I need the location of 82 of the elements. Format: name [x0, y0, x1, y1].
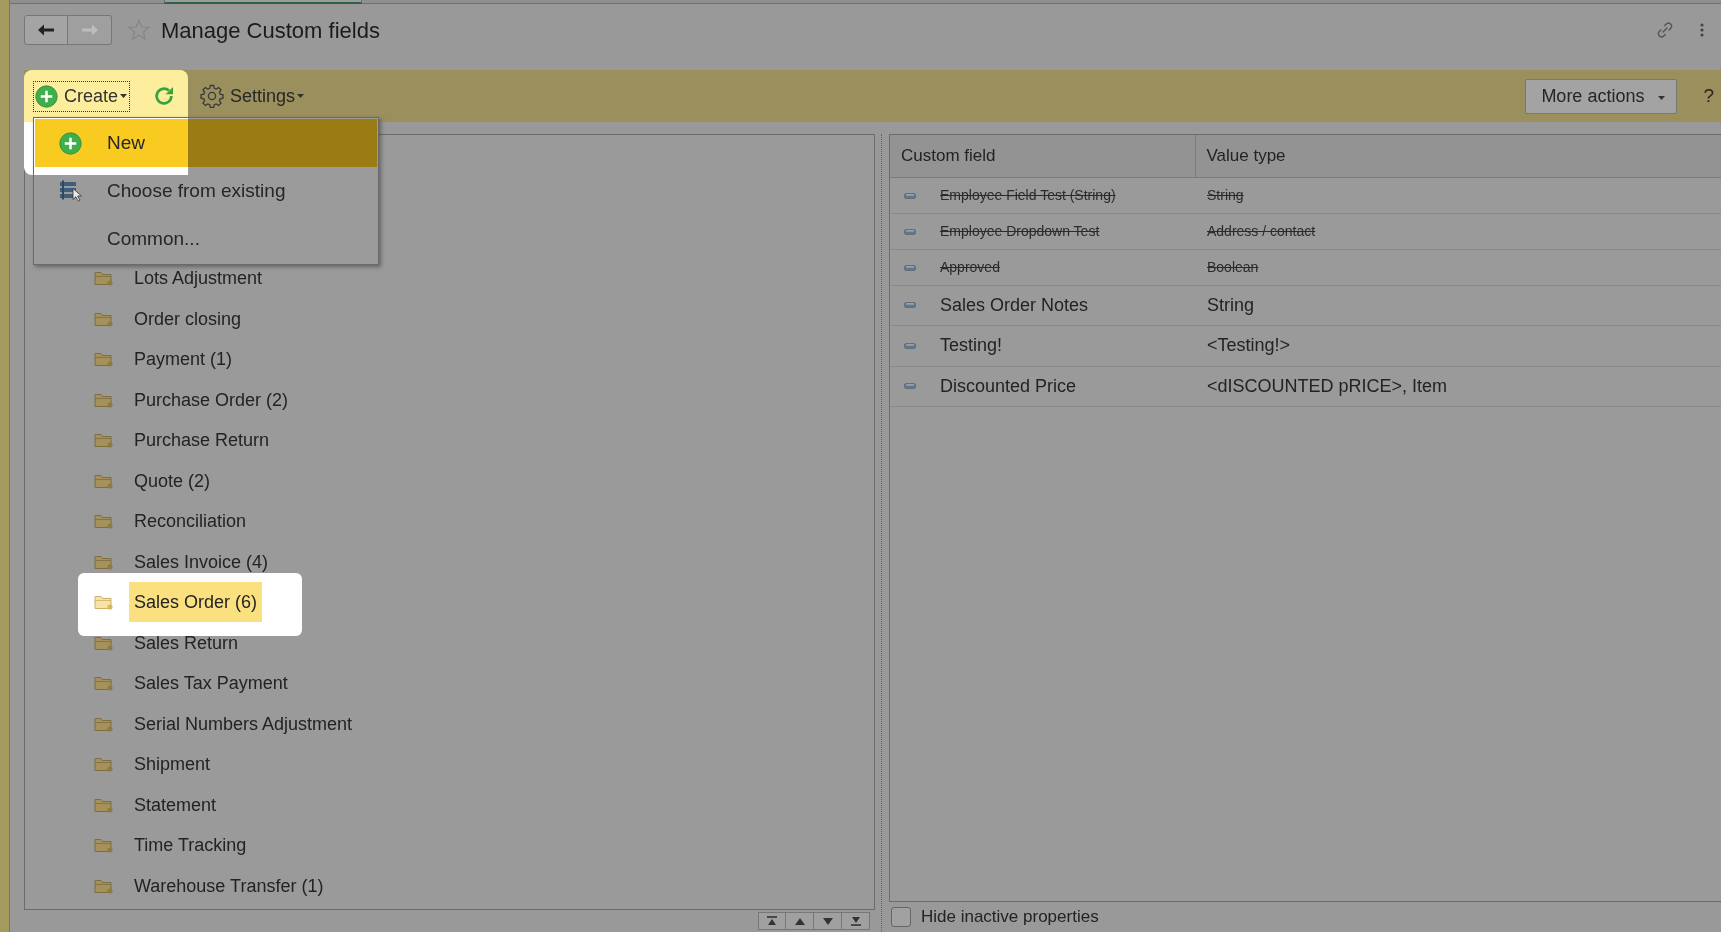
value-type-text: Address / contact	[1207, 223, 1316, 239]
custom-field-name: Employee Field Test (String)	[940, 187, 1116, 204]
folder-icon	[94, 472, 113, 489]
custom-field-name: Discounted Price	[940, 375, 1077, 396]
column-header[interactable]: Custom field	[890, 135, 1195, 177]
folder-icon	[94, 391, 113, 408]
dash-icon	[904, 228, 916, 235]
value-type-text: String	[1207, 187, 1244, 203]
folder-icon	[94, 310, 113, 327]
menu-item[interactable]: Common...	[35, 215, 377, 263]
up-arrow-icon	[794, 917, 805, 925]
tree-item[interactable]: Serial Numbers Adjustment	[129, 703, 358, 744]
gear-icon	[200, 84, 225, 108]
value-type-text: <Testing!>	[1207, 335, 1291, 356]
folder-icon	[94, 270, 113, 287]
page-title: Manage Custom fields	[161, 16, 380, 45]
checkbox-label[interactable]: Hide inactive properties	[921, 904, 1099, 930]
refresh-icon[interactable]	[153, 85, 176, 107]
tree-item[interactable]: Sales Order (6)	[129, 582, 263, 623]
dash-icon	[904, 342, 916, 349]
left-arrow-icon	[38, 24, 54, 36]
tree-item[interactable]: Shipment	[129, 744, 216, 785]
dash-icon	[904, 383, 916, 390]
folder-icon	[94, 756, 113, 773]
tree-item[interactable]: Sales Tax Payment	[129, 663, 293, 704]
more-actions-button[interactable]: More actions	[1525, 78, 1678, 114]
back-button[interactable]	[24, 15, 68, 45]
caret-icon	[297, 94, 305, 98]
tree-item[interactable]: Purchase Order (2)	[129, 379, 294, 420]
plus-icon	[35, 84, 58, 108]
move-up-button[interactable]	[786, 912, 814, 930]
folder-icon	[94, 877, 113, 894]
custom-field-name: Testing!	[940, 335, 1003, 356]
link-icon[interactable]	[1656, 21, 1674, 39]
move-to-bottom-button[interactable]	[842, 912, 870, 930]
column-header[interactable]: Value type	[1195, 135, 1721, 177]
folder-icon	[94, 513, 113, 530]
tree-item[interactable]: Sales Invoice (4)	[129, 541, 274, 582]
move-down-button[interactable]	[814, 912, 842, 930]
value-type-text: String	[1207, 294, 1255, 315]
tree-item[interactable]: Purchase Return	[129, 420, 275, 461]
tree-item[interactable]: Time Tracking	[129, 825, 252, 866]
folder-icon	[94, 432, 113, 449]
menu-item[interactable]: Choose from existing	[35, 167, 377, 215]
kebab-menu-icon[interactable]	[1700, 23, 1704, 37]
tree-item[interactable]: Reconciliation	[129, 501, 252, 542]
tree-item[interactable]: Sales Return	[129, 622, 244, 663]
tree-item[interactable]: Warehouse Transfer (1)	[129, 865, 329, 906]
list-cursor-icon	[59, 180, 84, 202]
down-arrow-icon	[822, 917, 833, 925]
move-top-icon	[767, 916, 777, 926]
caret-icon	[1658, 95, 1666, 100]
folder-icon	[94, 715, 113, 732]
custom-field-name: Approved	[940, 259, 1000, 276]
tree-item[interactable]: Statement	[129, 784, 222, 825]
dash-icon	[904, 264, 916, 271]
menu-item[interactable]: New	[35, 119, 377, 167]
folder-icon	[94, 837, 113, 854]
help-button[interactable]: ?	[1703, 81, 1714, 111]
tree-item[interactable]: Order closing	[129, 298, 247, 339]
plus-icon	[59, 131, 82, 155]
folder-icon	[94, 553, 113, 570]
right-arrow-icon	[81, 24, 98, 36]
dash-icon	[904, 302, 916, 309]
tree-item[interactable]: Quote (2)	[129, 460, 216, 501]
settings-button[interactable]: Settings	[200, 82, 305, 110]
move-bottom-icon	[850, 916, 861, 926]
custom-field-name: Employee Dropdown Test	[940, 223, 1100, 240]
value-type-text: <dISCOUNTED pRICE>, Item	[1207, 375, 1448, 396]
folder-icon	[94, 351, 113, 368]
folder-icon	[94, 675, 113, 692]
tab-edge[interactable]	[164, 0, 362, 4]
move-to-top-button[interactable]	[758, 912, 786, 930]
create-button[interactable]: Create	[33, 80, 131, 112]
folder-icon	[94, 594, 113, 611]
dash-icon	[904, 192, 916, 199]
tree-item[interactable]: Payment (1)	[129, 339, 238, 380]
folder-icon	[94, 634, 113, 651]
folder-icon	[94, 796, 113, 813]
value-type-text: Boolean	[1207, 259, 1259, 275]
caret-icon	[120, 94, 128, 98]
custom-field-name: Sales Order Notes	[940, 294, 1089, 315]
